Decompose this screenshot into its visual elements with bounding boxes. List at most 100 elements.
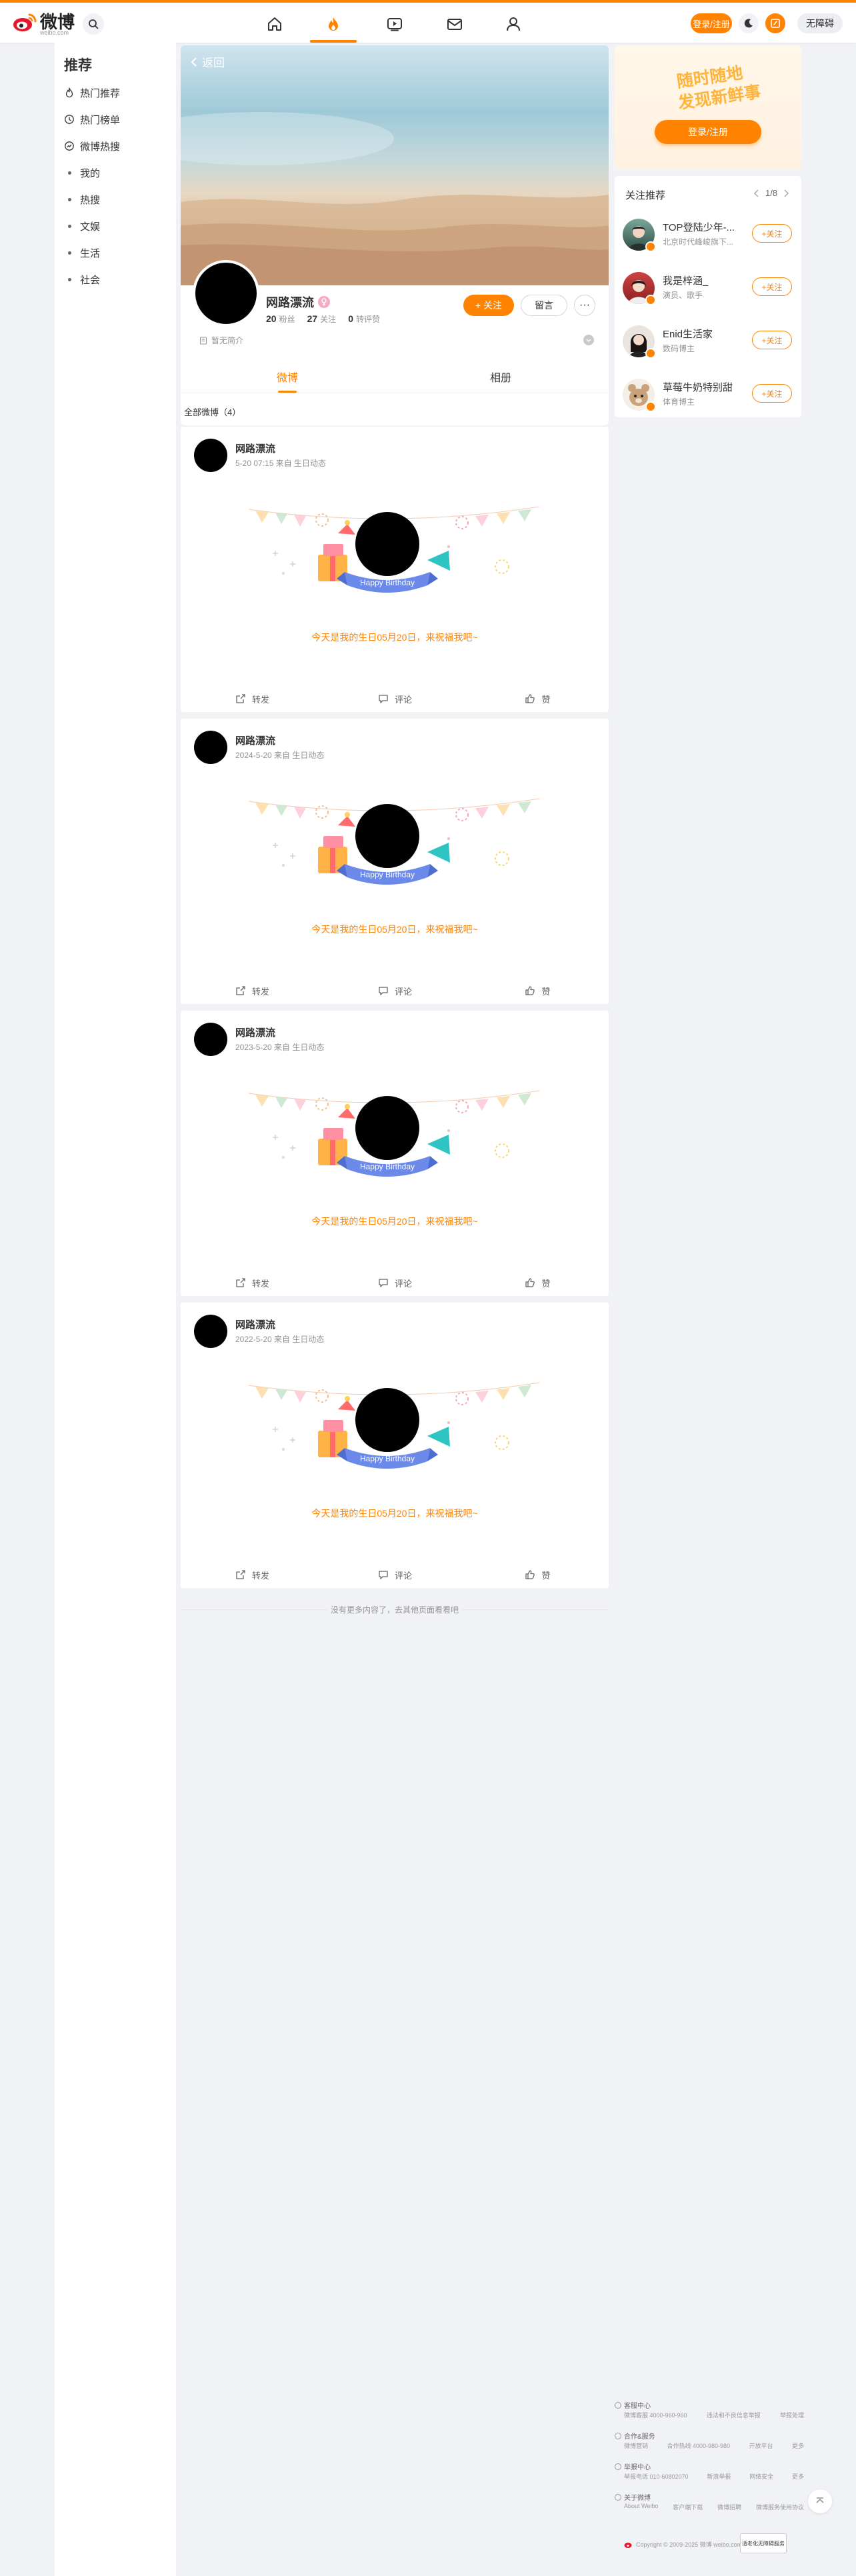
sidebar-item-label: 我的 [80, 167, 101, 179]
stat-value: 27 [307, 313, 318, 324]
footer-link[interactable]: 网络安全 [749, 2472, 773, 2481]
comment-button[interactable]: 评论 [323, 1561, 466, 1588]
expand-info-toggle[interactable] [583, 335, 594, 345]
sidebar-item-hot-recommend[interactable]: 热门推荐 [64, 84, 120, 101]
footer-link[interactable]: 开放平台 [749, 2441, 773, 2450]
footer-link[interactable]: 新浪举报 [707, 2472, 731, 2481]
comment-button[interactable]: 评论 [323, 977, 466, 1004]
follow-button[interactable]: + 关注 [463, 295, 514, 316]
sidebar-item-society[interactable]: 社会 [64, 271, 100, 288]
like-button[interactable]: 赞 [466, 1561, 609, 1588]
profile-intro: 暂无简介 [199, 335, 243, 346]
tab-album[interactable]: 相册 [474, 360, 527, 393]
recommend-user-name[interactable]: 我是梓涵_ [663, 273, 743, 287]
recommend-user[interactable]: 我是梓涵_ 演员、歌手 +关注 [623, 268, 796, 311]
post-author[interactable]: 网路漂流 [235, 733, 275, 747]
profile-avatar[interactable] [193, 260, 259, 327]
recommend-user[interactable]: TOP登陆少年-... 北京时代峰峻旗下... +关注 [623, 215, 796, 257]
footer-link[interactable]: 微博服务使用协议 [756, 2503, 804, 2511]
nav-home[interactable] [263, 12, 287, 36]
stat-following[interactable]: 27 关注 [307, 313, 337, 325]
footer-link[interactable]: 微博营销 [624, 2441, 648, 2450]
footer-link[interactable]: 违法和不良信息举报 [707, 2411, 761, 2419]
comment-button[interactable]: 评论 [323, 1269, 466, 1296]
post-avatar[interactable] [194, 439, 227, 472]
arrow-up-icon [816, 2497, 824, 2503]
footer-section-title: 合作&服务 [615, 2431, 655, 2441]
sidebar-item-trending[interactable]: 热搜 [64, 191, 100, 208]
document-icon [200, 337, 207, 344]
footer-links: 微博客服 4000-960-960 违法和不良信息举报 举报处理 [624, 2411, 804, 2419]
like-button[interactable]: 赞 [466, 685, 609, 712]
promo-login-button[interactable]: 登录/注册 [655, 120, 761, 144]
recommend-follow-button[interactable]: +关注 [752, 277, 792, 296]
recommend-follow-button[interactable]: +关注 [752, 384, 792, 403]
post-author[interactable]: 网路漂流 [235, 441, 275, 455]
post-avatar[interactable] [194, 731, 227, 764]
chevron-left-icon [191, 57, 197, 67]
login-register-button[interactable]: 登录/注册 [691, 13, 732, 33]
back-to-top-button[interactable] [808, 2489, 832, 2513]
accessibility-button[interactable]: 无障碍 [797, 13, 843, 33]
repost-button[interactable]: 转发 [181, 685, 323, 712]
comment-button[interactable]: 评论 [323, 685, 466, 712]
footer-link[interactable]: About Weibo [624, 2503, 658, 2511]
footer-link[interactable]: 合作热线 4000-980-980 [667, 2441, 730, 2450]
post-author[interactable]: 网路漂流 [235, 1025, 275, 1039]
footer-link[interactable]: 举报电话 010-60802070 [624, 2472, 689, 2481]
sidebar-item-entertainment[interactable]: 文娱 [64, 217, 100, 235]
nav-video[interactable] [383, 12, 407, 36]
repost-button[interactable]: 转发 [181, 977, 323, 1004]
recommend-user[interactable]: 草莓牛奶特别甜 体育博主 +关注 [623, 375, 796, 417]
like-button[interactable]: 赞 [466, 977, 609, 1004]
post-avatar[interactable] [194, 1023, 227, 1056]
chevron-right-icon[interactable] [783, 189, 789, 197]
stat-fans[interactable]: 20 粉丝 [266, 313, 295, 325]
footer-link[interactable]: 举报处理 [780, 2411, 804, 2419]
weibo-logo[interactable]: 微博 weibo.com [12, 12, 75, 36]
nav-message[interactable] [443, 12, 467, 36]
chevron-down-icon [586, 339, 591, 343]
recommend-follow-button[interactable]: +关注 [752, 331, 792, 349]
recommend-user-name[interactable]: TOP登陆少年-... [663, 220, 743, 234]
footer-link[interactable]: 微博客服 4000-960-960 [624, 2411, 687, 2419]
footer-link[interactable]: 客户端下载 [673, 2503, 703, 2511]
message-button[interactable]: 留言 [521, 295, 567, 316]
repost-button[interactable]: 转发 [181, 1269, 323, 1296]
recommend-user-name[interactable]: 草莓牛奶特别甜 [663, 380, 743, 394]
tab-weibo[interactable]: 微博 [261, 360, 314, 393]
recommend-follow-button[interactable]: +关注 [752, 224, 792, 243]
footer-link[interactable]: 微博招聘 [717, 2503, 741, 2511]
sidebar-item-mine[interactable]: 我的 [64, 164, 100, 181]
recommend-user[interactable]: Enid生活家 数码博主 +关注 [623, 321, 796, 364]
nav-hot[interactable] [321, 12, 345, 36]
post-actions: 转发 评论 赞 [181, 1561, 609, 1588]
chevron-left-icon[interactable] [753, 189, 760, 197]
sidebar-item-hot-search[interactable]: 微博热搜 [64, 137, 120, 155]
stat-label: 粉丝 [279, 315, 295, 324]
search-button[interactable] [83, 13, 104, 35]
follow-recommendations: 关注推荐 1/8 TOP登陆少年-... 北京时代峰峻旗下... +关注 我是梓… [615, 176, 801, 417]
like-button[interactable]: 赞 [466, 1269, 609, 1296]
comment-icon [377, 1569, 389, 1581]
recommend-user-desc: 数码博主 [663, 344, 695, 353]
accessibility-badge[interactable]: 适老化无障碍服务 [740, 2533, 787, 2553]
repost-button[interactable]: 转发 [181, 1561, 323, 1588]
back-button[interactable]: 返回 [190, 53, 225, 70]
sidebar-item-life[interactable]: 生活 [64, 244, 100, 261]
more-options-button[interactable]: ··· [574, 295, 595, 316]
nav-profile[interactable] [501, 12, 525, 36]
footer-link[interactable]: 更多 [792, 2472, 804, 2481]
footer-link[interactable]: 更多 [792, 2441, 804, 2450]
recommend-user-name[interactable]: Enid生活家 [663, 327, 743, 341]
recommend-user-desc: 演员、歌手 [663, 291, 703, 300]
dark-mode-toggle[interactable] [739, 13, 759, 33]
headset-icon [615, 2401, 621, 2409]
post-avatar[interactable] [194, 1315, 227, 1348]
repost-icon [235, 985, 247, 997]
post-author[interactable]: 网路漂流 [235, 1317, 275, 1331]
bullet-dot [64, 247, 75, 258]
birthday-banner-text: Happy Birthday [360, 578, 415, 587]
compose-button[interactable] [765, 13, 785, 33]
sidebar-item-hot-list[interactable]: 热门榜单 [64, 111, 120, 128]
